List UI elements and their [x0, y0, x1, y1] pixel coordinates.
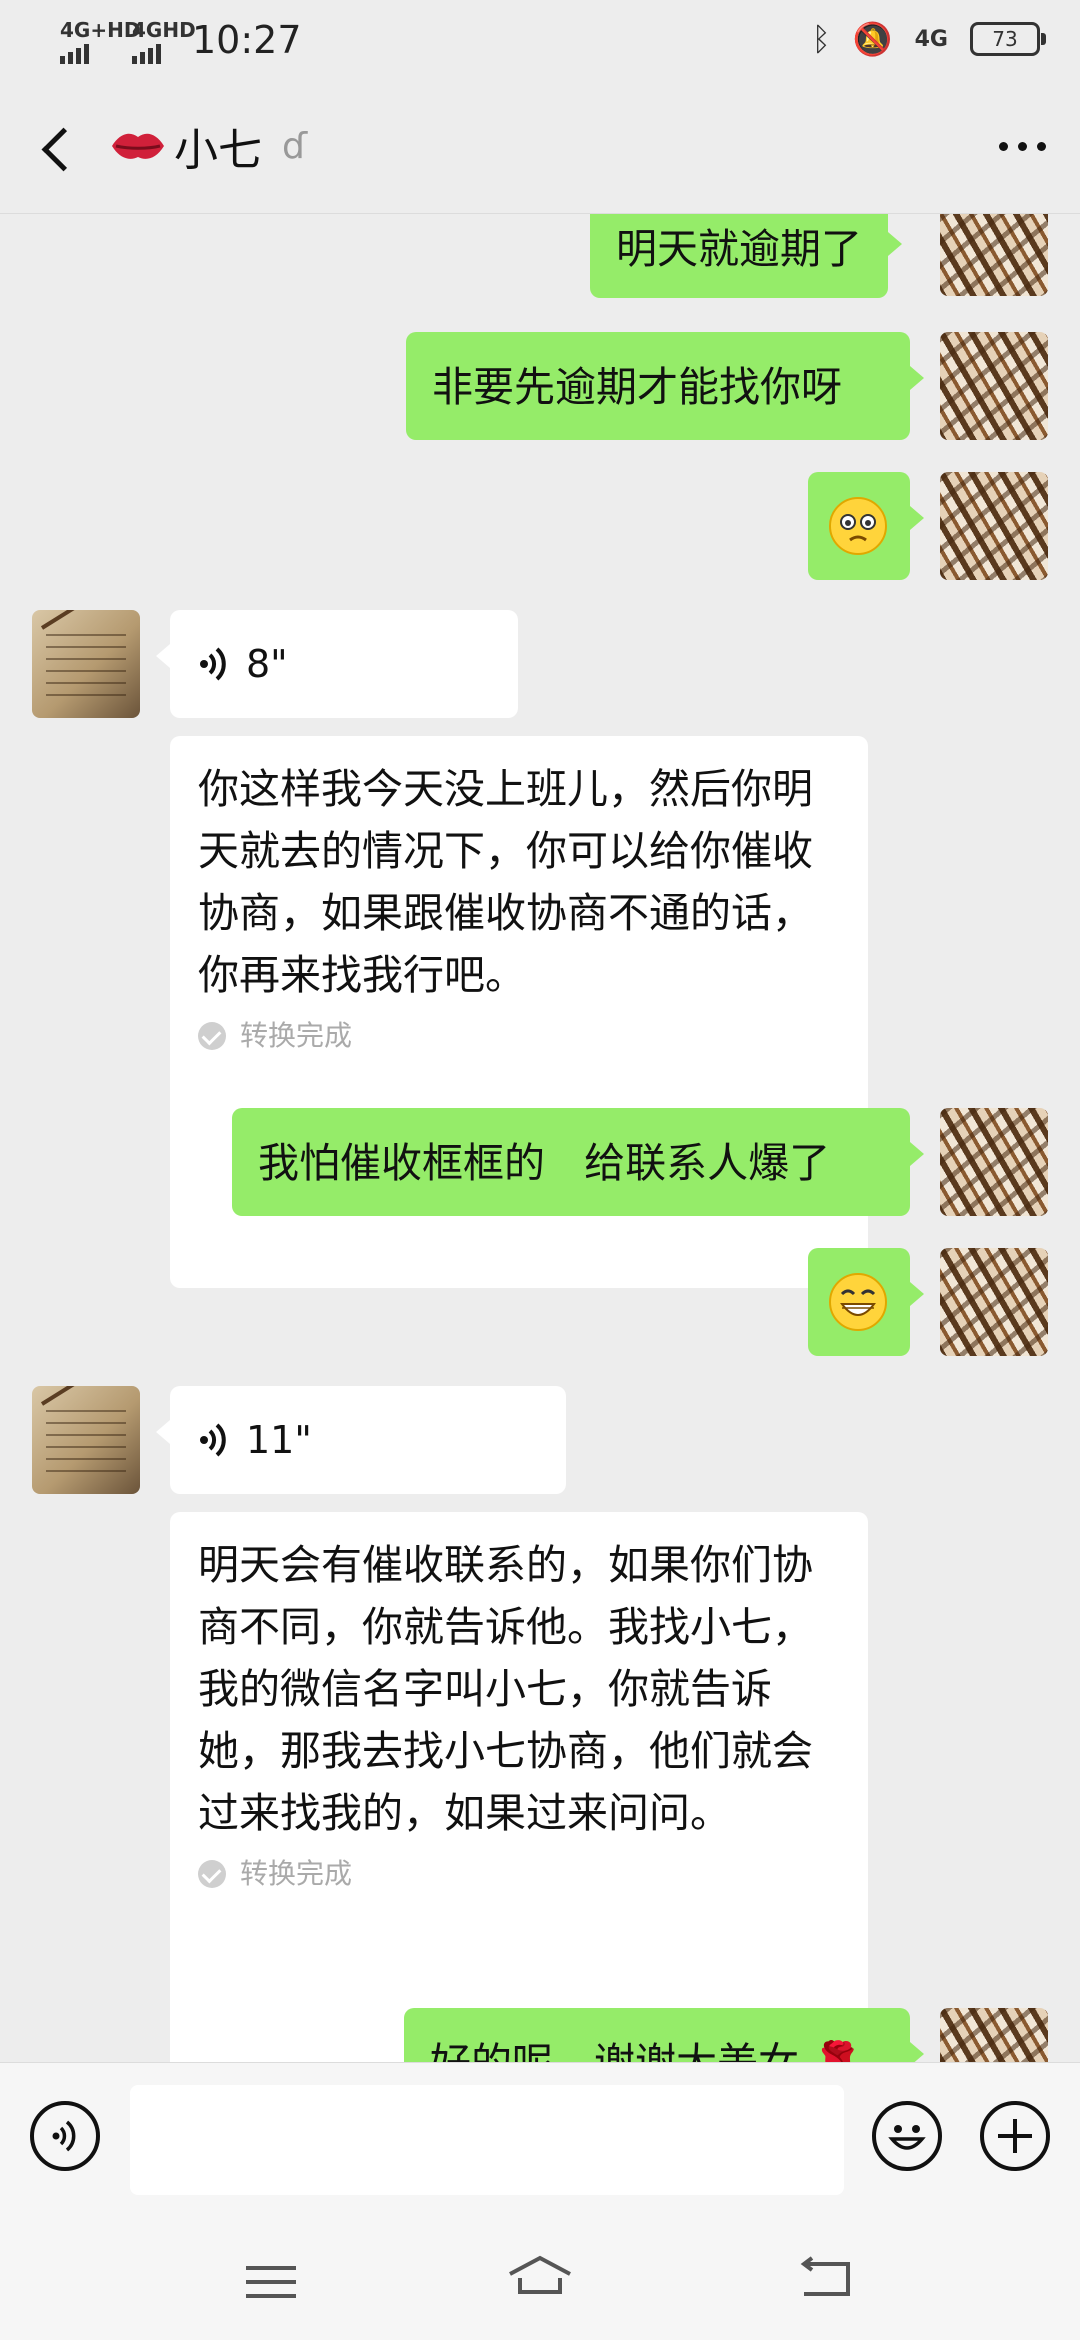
grinning-face-icon [829, 1273, 887, 1331]
message-text: 明天就逾期了 [616, 225, 862, 273]
voice-message[interactable]: 8" [156, 610, 518, 718]
transcript-text: 明天会有催收联系的，如果你们协商不同，你就告诉他。我找小七，我的微信名字叫小七，… [198, 1541, 813, 1837]
voice-transcript[interactable]: 明天会有催收联系的，如果你们协商不同，你就告诉他。我找小七，我的微信名字叫小七，… [170, 1512, 868, 2062]
input-bar [0, 2062, 1080, 2217]
more-options-button[interactable] [999, 142, 1046, 151]
transcript-text: 你这样我今天没上班儿，然后你明天就去的情况下，你可以给你催收协商，如果跟催收协商… [198, 765, 813, 999]
smiley-icon [888, 2125, 926, 2150]
lips-emoji-icon [112, 133, 164, 159]
my-avatar[interactable] [940, 214, 1048, 296]
status-icons: ᛒ 🔕 4G 73 [811, 20, 1046, 58]
clock: 10:27 [192, 18, 302, 62]
transcript-status-label: 转换完成 [240, 1019, 353, 1052]
voice-message[interactable]: 11" [156, 1386, 566, 1494]
emoji-button[interactable] [872, 2101, 942, 2171]
signal-2-label: 4GHD [132, 18, 196, 42]
back-button[interactable] [34, 120, 84, 180]
chat-title[interactable]: 小七 ɗ [110, 114, 307, 178]
chat-header: 小七 ɗ [0, 86, 1080, 214]
voice-wave-icon [52, 2120, 76, 2152]
my-avatar[interactable] [940, 332, 1048, 440]
message-text: 好的呢，谢谢大美女 🌹 [404, 2008, 910, 2062]
pleading-face-icon [829, 497, 887, 555]
contact-avatar[interactable] [32, 610, 140, 718]
chat-messages[interactable]: 明天就逾期了 非要先逾期才能找你呀 8" 你这样我今天没上班儿，然后你明天就去的… [0, 214, 1080, 2062]
my-avatar[interactable] [940, 1108, 1048, 1216]
message-bubble[interactable]: 明天就逾期了 [590, 214, 902, 298]
battery-icon: 73 [970, 22, 1046, 56]
message-bubble[interactable]: 好的呢，谢谢大美女 🌹 [404, 2008, 924, 2062]
message-text-content: 好的呢，谢谢大美女 [430, 2039, 799, 2062]
voice-wave-icon [200, 1423, 226, 1457]
message-text: 非要先逾期才能找你呀 [432, 363, 842, 411]
contact-avatar[interactable] [32, 1386, 140, 1494]
signal-1-label: 4G+HD [60, 18, 141, 42]
transcript-status: 转换完成 [170, 1854, 868, 1916]
check-circle-icon [198, 1860, 226, 1888]
message-bubble[interactable]: 我怕催收框框的 给联系人爆了 [232, 1108, 924, 1216]
back-nav-button[interactable] [794, 2256, 854, 2300]
transcript-status-label: 转换完成 [240, 1857, 353, 1890]
my-avatar[interactable] [940, 2008, 1048, 2062]
recent-apps-button[interactable] [246, 2266, 296, 2308]
contact-name: 小七 [174, 125, 262, 176]
voice-duration: 8" [246, 642, 288, 686]
rose-emoji-icon: 🌹 [812, 2039, 863, 2062]
signal-bars-icon [60, 44, 140, 64]
plus-icon [998, 2119, 1032, 2153]
message-bubble[interactable]: 非要先逾期才能找你呀 [406, 332, 924, 440]
message-text: 我怕催收框框的 给联系人爆了 [258, 1139, 831, 1187]
check-circle-icon [198, 1022, 226, 1050]
bluetooth-icon: ᛒ [811, 20, 831, 58]
voice-wave-icon [200, 647, 226, 681]
message-input[interactable] [130, 2085, 844, 2195]
signal-1: 4G+HD [60, 18, 140, 64]
signal-2: 4GHD [132, 18, 196, 64]
voice-input-button[interactable] [30, 2101, 100, 2171]
emoji-message-bubble[interactable] [808, 472, 924, 580]
mute-bell-icon: 🔕 [852, 20, 893, 58]
network-type: 4G [914, 26, 948, 52]
signal-bars-icon [132, 44, 196, 64]
emoji-message-bubble[interactable] [808, 1248, 924, 1356]
voice-duration: 11" [246, 1418, 312, 1462]
my-avatar[interactable] [940, 472, 1048, 580]
system-navigation-bar [0, 2216, 1080, 2340]
status-bar: 4G+HD 4GHD 10:27 ᛒ 🔕 4G 73 [0, 0, 1080, 86]
my-avatar[interactable] [940, 1248, 1048, 1356]
earpiece-mode-icon: ɗ [282, 125, 308, 167]
more-functions-button[interactable] [980, 2101, 1050, 2171]
transcript-status: 转换完成 [170, 1016, 868, 1078]
home-button[interactable] [504, 2252, 576, 2300]
